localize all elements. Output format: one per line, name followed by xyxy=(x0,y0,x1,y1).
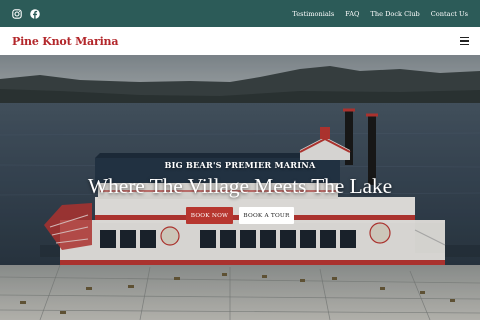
hero-cta-group: BOOK NOW BOOK A TOUR xyxy=(0,207,480,224)
nav-link-faq[interactable]: FAQ xyxy=(345,10,359,18)
book-now-button[interactable]: BOOK NOW xyxy=(186,207,233,224)
top-nav: Testimonials FAQ The Dock Club Contact U… xyxy=(292,10,468,18)
facebook-icon[interactable] xyxy=(30,8,40,19)
hero-section: BIG BEAR'S PREMIER MARINA Where The Vill… xyxy=(0,55,480,320)
hero-headline: Where The Village Meets The Lake xyxy=(87,174,393,198)
nav-link-contact-us[interactable]: Contact Us xyxy=(431,10,468,18)
nav-link-testimonials[interactable]: Testimonials xyxy=(292,10,334,18)
hamburger-menu-icon[interactable] xyxy=(460,37,469,45)
book-a-tour-button[interactable]: BOOK A TOUR xyxy=(239,207,294,224)
top-bar: Testimonials FAQ The Dock Club Contact U… xyxy=(0,0,480,27)
instagram-icon[interactable] xyxy=(12,8,22,19)
nav-link-dock-club[interactable]: The Dock Club xyxy=(370,10,419,18)
site-header: Pine Knot Marina xyxy=(0,27,480,55)
social-links xyxy=(12,8,40,19)
site-logo[interactable]: Pine Knot Marina xyxy=(12,35,118,48)
hero-content: BIG BEAR'S PREMIER MARINA Where The Vill… xyxy=(0,160,480,224)
hero-kicker: BIG BEAR'S PREMIER MARINA xyxy=(164,160,316,170)
